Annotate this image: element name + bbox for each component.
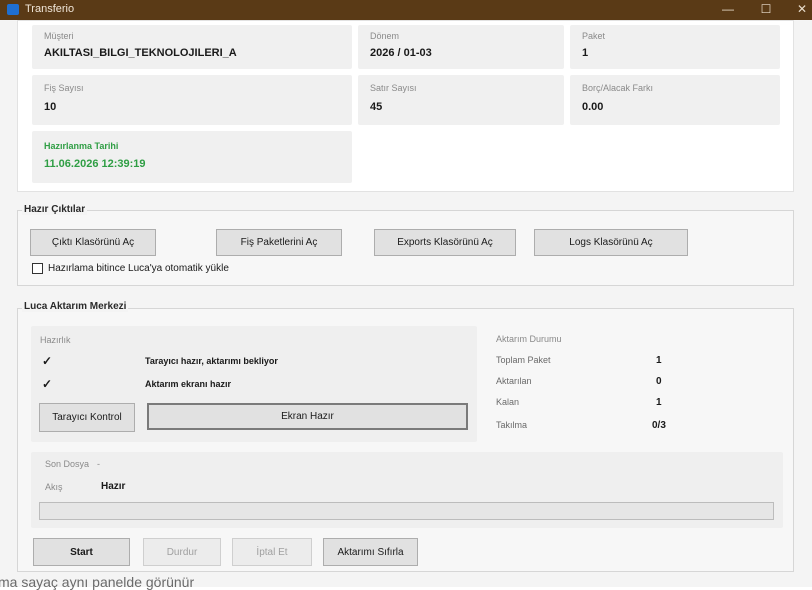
auto-load-checkbox[interactable] xyxy=(32,263,43,274)
screen-ready-button[interactable]: Ekran Hazır xyxy=(147,403,468,430)
musteri-card: Müşteri AKILTASI_BILGI_TEKNOLOJILERI_A xyxy=(32,25,352,69)
start-button[interactable]: Start xyxy=(33,538,130,566)
close-button[interactable]: ✕ xyxy=(788,0,812,20)
reset-transfer-button[interactable]: Aktarımı Sıfırla xyxy=(323,538,418,566)
maximize-button[interactable]: ☐ xyxy=(752,0,780,20)
satir-card: Satır Sayısı 45 xyxy=(358,75,564,125)
minimize-button[interactable]: — xyxy=(714,0,742,20)
donem-label: Dönem xyxy=(370,31,400,41)
window-title: Transferio xyxy=(25,3,75,15)
remaining-label: Kalan xyxy=(496,397,520,407)
total-packages-value: 1 xyxy=(656,355,662,366)
caption-overlay: ma sayaç aynı panelde görünür xyxy=(0,574,195,590)
outputs-title: Hazır Çıktılar xyxy=(22,204,88,215)
open-logs-folder-button[interactable]: Logs Klasörünü Aç xyxy=(534,229,688,256)
borc-card: Borç/Alacak Farkı 0.00 xyxy=(570,75,780,125)
status-screen-ready: Aktarım ekranı hazır xyxy=(145,379,232,389)
transfer-progress-bar xyxy=(39,502,774,520)
musteri-value: AKILTASI_BILGI_TEKNOLOJILERI_A xyxy=(44,47,237,59)
total-packages-label: Toplam Paket xyxy=(496,355,551,365)
stuck-value: 0/3 xyxy=(652,420,666,431)
satir-value: 45 xyxy=(370,101,383,113)
stop-button[interactable]: Durdur xyxy=(143,538,221,566)
last-file-value: - xyxy=(97,459,100,469)
remaining-value: 1 xyxy=(656,397,662,408)
stuck-label: Takılma xyxy=(496,420,528,430)
paket-label: Paket xyxy=(582,31,606,41)
auto-load-label: Hazırlama bitince Luca'ya otomatik yükle xyxy=(48,263,229,274)
cancel-button[interactable]: İptal Et xyxy=(232,538,312,566)
hazirlik-label: Hazırlık xyxy=(40,335,71,345)
paket-card: Paket 1 xyxy=(570,25,780,69)
paket-value: 1 xyxy=(582,47,589,59)
satir-label: Satır Sayısı xyxy=(370,83,417,93)
check-icon: ✓ xyxy=(42,377,53,391)
borc-label: Borç/Alacak Farkı xyxy=(582,83,654,93)
fis-card: Fiş Sayısı 10 xyxy=(32,75,352,125)
musteri-label: Müşteri xyxy=(44,31,74,41)
fis-label: Fiş Sayısı xyxy=(44,83,84,93)
browser-check-button[interactable]: Tarayıcı Kontrol xyxy=(39,403,135,432)
open-output-folder-button[interactable]: Çıktı Klasörünü Aç xyxy=(30,229,156,256)
hazirlanma-label: Hazırlanma Tarihi xyxy=(44,141,119,151)
summary-panel: Müşteri AKILTASI_BILGI_TEKNOLOJILERI_A D… xyxy=(17,20,794,192)
transferred-value: 0 xyxy=(656,376,662,387)
donem-value: 2026 / 01-03 xyxy=(370,47,432,59)
flow-value: Hazır xyxy=(101,481,126,492)
check-icon: ✓ xyxy=(42,354,53,368)
open-fis-packages-button[interactable]: Fiş Paketlerini Aç xyxy=(216,229,342,256)
title-bar: Transferio — ☐ ✕ xyxy=(0,0,812,20)
open-exports-folder-button[interactable]: Exports Klasörünü Aç xyxy=(374,229,516,256)
hazirlanma-card: Hazırlanma Tarihi 11.06.2026 12:39:19 xyxy=(32,131,352,183)
luca-title: Luca Aktarım Merkezi xyxy=(22,301,129,312)
fis-value: 10 xyxy=(44,101,57,113)
borc-value: 0.00 xyxy=(582,101,604,113)
last-file-label: Son Dosya xyxy=(45,459,90,469)
transferred-label: Aktarılan xyxy=(496,376,532,386)
status-browser-ready: Tarayıcı hazır, aktarımı bekliyor xyxy=(145,356,278,366)
transfer-status-title: Aktarım Durumu xyxy=(496,334,562,344)
donem-card: Dönem 2026 / 01-03 xyxy=(358,25,564,69)
flow-label: Akış xyxy=(45,482,63,492)
app-window: Transferio — ☐ ✕ Müşteri AKILTASI_BILGI_… xyxy=(0,0,812,590)
hazirlanma-value: 11.06.2026 12:39:19 xyxy=(44,158,146,170)
app-logo-icon xyxy=(7,4,19,15)
